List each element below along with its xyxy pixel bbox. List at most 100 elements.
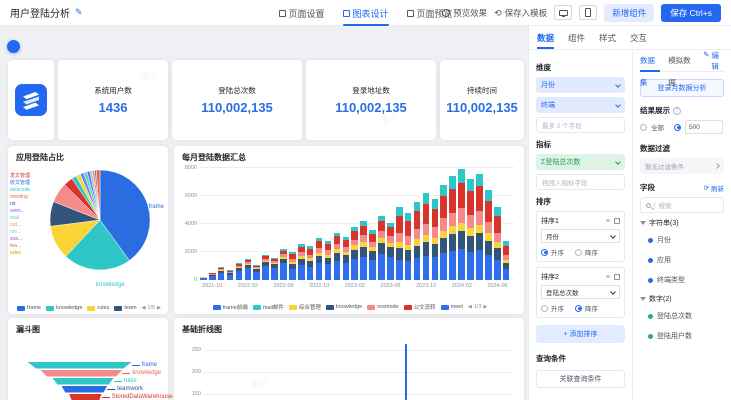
panel-tab-数据[interactable]: 数据 <box>537 26 554 49</box>
tab-dataset[interactable]: 数据集 <box>640 50 660 72</box>
legend-item[interactable]: mail邮件 <box>253 303 284 311</box>
pie-callout-label: rde... <box>10 230 30 236</box>
result-display-options: 全部 <box>640 120 724 134</box>
line-chart-card[interactable]: 基础折线图 250200150 <box>174 318 524 400</box>
desktop-view-button[interactable] <box>554 5 572 20</box>
field-item-登陆总次数[interactable]: 登陆总次数 <box>640 306 724 326</box>
kpi-card[interactable]: 持续时间110,002,135 <box>440 60 524 140</box>
field-type-dot <box>648 334 653 339</box>
dashboard-canvas[interactable]: 系统用户数1436登陆总次数110,002,135登录地址数110,002,13… <box>0 26 528 400</box>
mobile-view-button[interactable] <box>579 5 597 20</box>
legend-item[interactable]: frame <box>17 305 41 311</box>
panel-tab-组件[interactable]: 组件 <box>568 26 585 49</box>
stacked-bar <box>378 216 385 280</box>
topbar-tab-页面预览[interactable]: 页面预览 <box>398 0 462 26</box>
sort-field-select[interactable]: 月份 <box>541 229 620 243</box>
field-search-input[interactable]: | 搜索 <box>640 197 724 213</box>
add-sort-button[interactable]: + 添加排序 <box>536 325 625 343</box>
bar-segment-frame前端 <box>405 261 412 280</box>
panel-tab-交互[interactable]: 交互 <box>630 26 647 49</box>
field-group-数字(2)[interactable]: 数字(2) <box>640 294 724 304</box>
result-count-input[interactable] <box>685 120 723 134</box>
logo-card[interactable] <box>8 60 54 140</box>
y-axis-tick: 0 <box>194 277 197 283</box>
delete-icon[interactable] <box>614 274 620 280</box>
bar-chart-card[interactable]: 每月登陆数据汇总 020004000600080002021-102022-02… <box>174 146 524 314</box>
radio-desc[interactable] <box>575 305 582 312</box>
legend-item[interactable]: meet <box>441 304 463 310</box>
refresh-fields-button[interactable]: ⟳ 刷新 <box>704 183 724 193</box>
legend-item[interactable]: 综合管理 <box>289 303 321 311</box>
legend-chip <box>367 305 375 310</box>
funnel-step: StoredDataWarehouse <box>8 394 168 400</box>
legend-item[interactable]: knowledge <box>326 304 362 310</box>
topbar-tab-页面设置[interactable]: 页面设置 <box>269 0 333 26</box>
legend-item[interactable]: resmode <box>367 304 398 310</box>
prev-page-icon[interactable]: ◀ <box>468 304 472 310</box>
tab-icon <box>342 10 349 17</box>
legend-chip <box>87 306 95 311</box>
radio-all[interactable] <box>640 124 647 131</box>
bar-segment-frame前端 <box>494 260 501 280</box>
bar-segment-frame前端 <box>432 257 439 280</box>
field-type-dot <box>648 314 653 319</box>
x-axis-tick: 2023-06 <box>380 283 400 289</box>
legend-item[interactable]: team <box>114 305 136 311</box>
next-page-icon[interactable]: ▶ <box>483 304 487 310</box>
bar-segment-mail邮件 <box>449 176 456 188</box>
radio-asc[interactable] <box>541 249 548 256</box>
bar-segment-frame前端 <box>280 263 287 280</box>
field-item-月份[interactable]: 月份 <box>640 230 724 250</box>
pie-callout-label: wom... <box>10 209 30 215</box>
stacked-bar <box>387 223 394 280</box>
legend-item[interactable]: 公文流转 <box>404 303 436 311</box>
dimension-field-终端[interactable]: 终端 <box>536 97 625 113</box>
bar-segment-frame前端 <box>414 258 421 280</box>
radio-desc[interactable] <box>575 249 582 256</box>
delete-icon[interactable] <box>614 218 620 224</box>
edit-dataset-button[interactable]: ✎ 编辑 <box>703 50 724 72</box>
stacked-bar <box>369 230 376 280</box>
field-group-字符串(3)[interactable]: 字符串(3) <box>640 218 724 228</box>
kpi-card[interactable]: 登录地址数110,002,135 <box>306 60 436 140</box>
save-button[interactable]: 保存 Ctrl+s <box>661 4 721 22</box>
bar-segment-公文流转 <box>494 216 501 233</box>
pie-callout-label: taskcode <box>10 188 30 194</box>
kpi-label: 持续时间 <box>467 85 497 96</box>
canvas-fab-button[interactable] <box>7 40 20 53</box>
next-page-icon[interactable]: ▶ <box>157 305 161 311</box>
bar-segment-resmode <box>449 213 456 227</box>
panel-tab-样式[interactable]: 样式 <box>599 26 616 49</box>
kpi-card[interactable]: 登陆总次数110,002,135 <box>172 60 302 140</box>
field-label: 终端 <box>541 100 613 110</box>
pie-chart-card[interactable]: 应用登陆占比 发文管理收文管理taskcodemeetingrstwom...m… <box>8 146 168 314</box>
drag-handle-icon[interactable]: ≡ <box>606 218 610 225</box>
prev-page-icon[interactable]: ◀ <box>142 305 146 311</box>
funnel-chart-card[interactable]: 漏斗图 frameknowledgerulesteamworkStoredDat… <box>8 318 168 400</box>
sort-field-select[interactable]: 登陆总次数 <box>541 285 620 299</box>
stacked-bar <box>209 273 216 280</box>
topbar-tab-图表设计[interactable]: 图表设计 <box>333 0 397 26</box>
filter-empty-box[interactable]: 暂无过滤条件 <box>640 158 724 174</box>
measure-field-登陆总次数[interactable]: Σ 登陆总次数 <box>536 154 625 170</box>
save-template-button[interactable]: ⟲ 保存入模板 <box>494 7 547 19</box>
pie-legend: frameknowledgerulesteam◀1/5▶ <box>14 305 164 311</box>
field-item-应用[interactable]: 应用 <box>640 250 724 270</box>
edit-title-icon[interactable]: ✎ <box>75 7 83 18</box>
dimension-field-月份[interactable]: 月份 <box>536 77 625 93</box>
add-component-button[interactable]: 新增组件 <box>604 4 654 22</box>
radio-asc[interactable] <box>541 305 548 312</box>
drag-handle-icon[interactable]: ≡ <box>606 274 610 281</box>
linked-query-condition-button[interactable]: 关联查询条件 <box>536 370 625 388</box>
dataset-name-button[interactable]: 登录月数据分析 <box>640 79 724 97</box>
radio-count[interactable] <box>674 124 681 131</box>
legend-item[interactable]: rules <box>87 305 109 311</box>
bar-segment-frame前端 <box>485 255 492 280</box>
legend-item[interactable]: frame前端 <box>213 303 248 311</box>
field-item-终端类型[interactable]: 终端类型 <box>640 270 724 290</box>
kpi-card[interactable]: 系统用户数1436 <box>58 60 168 140</box>
legend-item[interactable]: knowledge <box>46 305 82 311</box>
field-item-登陆用户数[interactable]: 登陆用户数 <box>640 326 724 346</box>
field-config-column: 维度 月份终端 最多 2 个字段 指标 Σ 登陆总次数 拖拽入指标字段 排序 排… <box>529 50 633 400</box>
tab-mock-data[interactable]: 模拟数据 <box>668 50 695 72</box>
